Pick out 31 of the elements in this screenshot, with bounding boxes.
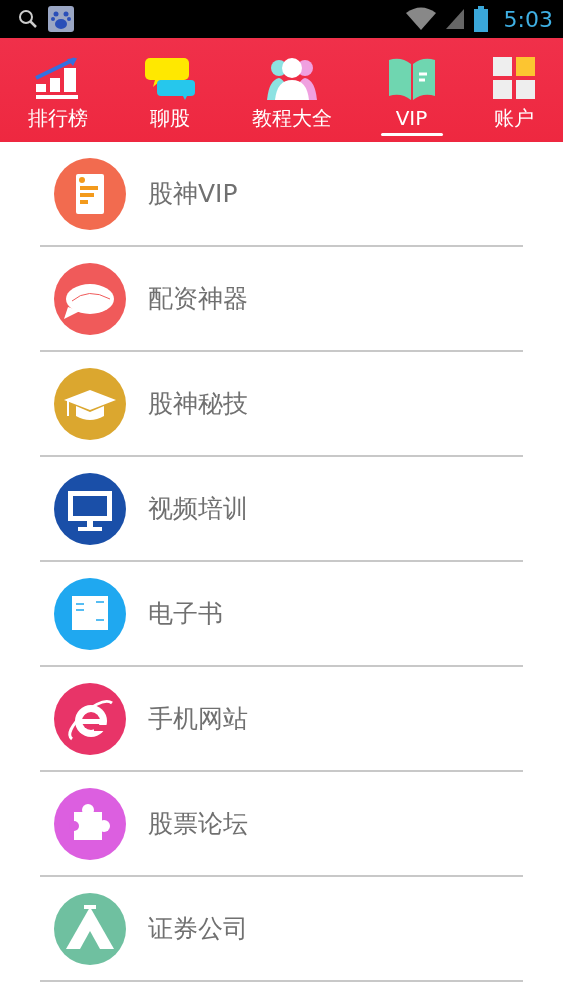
- chat-bubbles-icon: [142, 56, 197, 100]
- grid-icon: [491, 56, 536, 100]
- menu-label: 视频培训: [148, 493, 248, 525]
- signal-icon: [445, 8, 464, 30]
- menu-label: 配资神器: [148, 283, 248, 315]
- nav-tab[interactable]: 教程大全: [241, 38, 342, 142]
- clock: 5:03: [503, 6, 553, 32]
- people-icon: [264, 56, 319, 100]
- book-icon: [386, 56, 437, 100]
- menu-label: 股神VIP: [148, 178, 238, 210]
- menu-item[interactable]: 配资神器: [40, 247, 523, 352]
- menu-label: 电子书: [148, 598, 223, 630]
- nav-tab[interactable]: 聊股: [132, 38, 207, 142]
- menu-item[interactable]: 股神VIP: [40, 142, 523, 247]
- menu-label: 手机网站: [148, 703, 248, 735]
- menu-item[interactable]: 股票论坛: [40, 772, 523, 877]
- battery-icon: [473, 6, 488, 32]
- menu-label: 股神秘技: [148, 388, 248, 420]
- menu-item[interactable]: 电子书: [40, 562, 523, 667]
- wifi-icon: [405, 7, 436, 31]
- nav-tab[interactable]: 排行榜: [17, 38, 98, 142]
- menu-item[interactable]: 证券公司: [40, 877, 523, 982]
- menu-item[interactable]: 股神秘技: [40, 352, 523, 457]
- menu-label: 证券公司: [148, 913, 248, 945]
- nav-tab[interactable]: 账户: [481, 38, 546, 142]
- menu-item[interactable]: 视频培训: [40, 457, 523, 562]
- menu-item[interactable]: 手机网站: [40, 667, 523, 772]
- search-icon: [18, 9, 38, 29]
- nav-tab[interactable]: VIP: [376, 38, 447, 142]
- menu-label: 股票论坛: [148, 808, 248, 840]
- paw-icon: [48, 6, 74, 32]
